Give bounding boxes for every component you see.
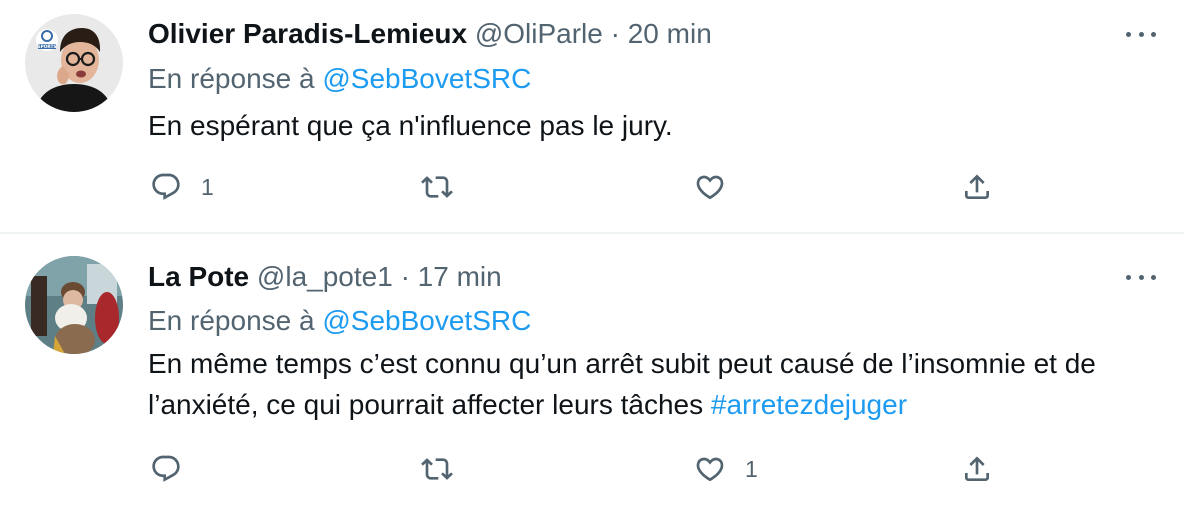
retweet-button[interactable] (421, 167, 472, 207)
reply-prefix: En réponse à (148, 63, 315, 94)
author-handle[interactable]: @OliParle (475, 18, 603, 49)
tweet-header: Olivier Paradis-Lemieux @OliParle · 20 m… (148, 17, 712, 51)
retweet-icon (421, 176, 453, 198)
action-bar: 1 (0, 167, 1184, 207)
tweet-header: La Pote @la_pote1 · 17 min (148, 260, 502, 294)
reply-mention-link[interactable]: @SebBovetSRC (322, 305, 531, 336)
like-button[interactable]: 1 (694, 449, 758, 489)
more-options-icon[interactable] (1126, 29, 1156, 39)
author-name[interactable]: La Pote (148, 261, 249, 292)
tweet-text: En espérant que ça n'influence pas le ju… (148, 105, 1148, 146)
avatar-photo (25, 256, 123, 354)
author-handle[interactable]: @la_pote1 (257, 261, 393, 292)
separator-dot: · (400, 261, 410, 292)
heart-icon (696, 457, 724, 482)
like-button[interactable] (694, 167, 745, 207)
retweet-icon (421, 458, 453, 480)
share-icon (965, 174, 989, 199)
reply-icon (152, 173, 180, 200)
reply-count: 1 (201, 173, 214, 200)
share-button[interactable] (961, 167, 993, 207)
reply-mention-link[interactable]: @SebBovetSRC (322, 63, 531, 94)
avatar-photo: SPORTS (25, 14, 123, 112)
reply-icon (152, 455, 180, 482)
tweet-body: En même temps c’est connu qu’un arrêt su… (148, 348, 1096, 420)
reply-context: En réponse à @SebBovetSRC (148, 304, 531, 338)
avatar-badge-text: SPORTS (37, 44, 56, 50)
reply-context: En réponse à @SebBovetSRC (148, 62, 531, 96)
reply-button[interactable]: 1 (150, 167, 214, 207)
separator-dot: · (610, 18, 620, 49)
hashtag-link[interactable]: #arretezdejuger (711, 389, 907, 420)
share-icon (965, 456, 989, 481)
action-bar: 1 (0, 449, 1184, 489)
tweet-text: En même temps c’est connu qu’un arrêt su… (148, 343, 1148, 425)
avatar[interactable] (25, 256, 123, 354)
avatar[interactable]: SPORTS (25, 14, 123, 112)
more-options-icon[interactable] (1126, 272, 1156, 282)
like-count: 1 (745, 455, 758, 482)
timestamp[interactable]: 20 min (628, 18, 712, 49)
reply-prefix: En réponse à (148, 305, 315, 336)
reply-button[interactable] (150, 449, 201, 489)
share-button[interactable] (961, 449, 993, 489)
retweet-button[interactable] (421, 449, 472, 489)
timeline: SPORTS Olivier Paradis-Lemieux @OliParle… (0, 0, 1184, 510)
tweet[interactable]: SPORTS Olivier Paradis-Lemieux @OliParle… (0, 0, 1184, 232)
author-name[interactable]: Olivier Paradis-Lemieux (148, 18, 467, 49)
tweet-body: En espérant que ça n'influence pas le ju… (148, 110, 673, 141)
heart-icon (696, 175, 724, 200)
tweet[interactable]: La Pote @la_pote1 · 17 min En réponse à … (0, 234, 1184, 510)
timestamp[interactable]: 17 min (418, 261, 502, 292)
